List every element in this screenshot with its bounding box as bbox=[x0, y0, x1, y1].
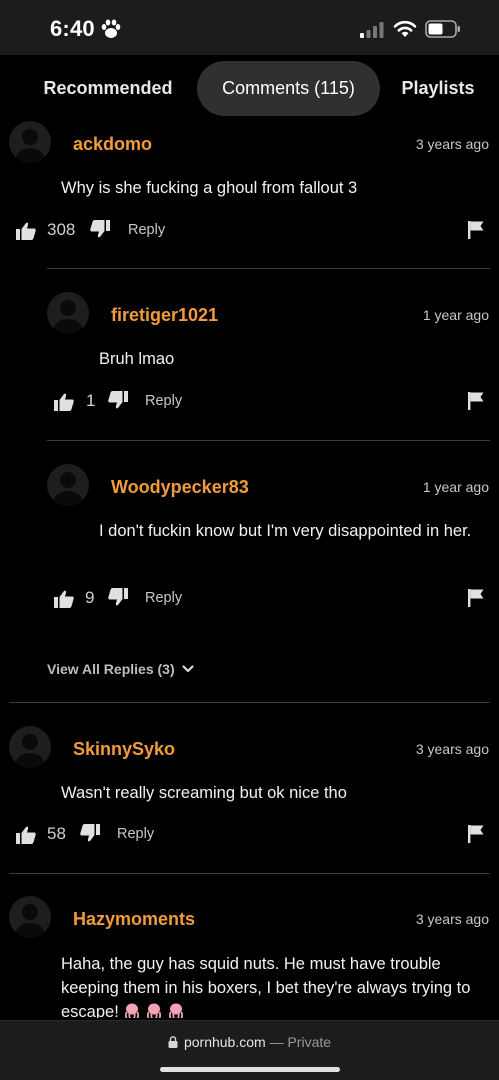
thumbs-down-icon[interactable] bbox=[80, 824, 100, 842]
tab-recommended[interactable]: Recommended bbox=[28, 61, 188, 116]
like-count: 308 bbox=[47, 220, 76, 239]
reply-button[interactable]: Reply bbox=[145, 393, 182, 409]
divider bbox=[47, 268, 490, 269]
signal-icon bbox=[360, 22, 384, 38]
reply-button[interactable]: Reply bbox=[117, 826, 154, 842]
comment-text: Why is she fucking a ghoul from fallout … bbox=[61, 179, 358, 197]
status-bar: 6:40 bbox=[0, 0, 499, 55]
reply-text: Bruh lmao bbox=[99, 350, 175, 368]
flag-icon[interactable] bbox=[468, 825, 484, 843]
browser-address-bar[interactable]: pornhub.com — Private bbox=[0, 1020, 499, 1080]
url-display[interactable]: pornhub.com — Private bbox=[0, 1034, 499, 1050]
reply-username[interactable]: firetiger1021 bbox=[111, 305, 218, 326]
flag-icon[interactable] bbox=[468, 221, 484, 239]
view-all-replies-button[interactable]: View All Replies (3) bbox=[47, 661, 175, 677]
comment-actions: 58 Reply bbox=[16, 824, 490, 848]
status-time: 6:40 bbox=[50, 16, 95, 41]
reply-timestamp: 1 year ago bbox=[422, 307, 489, 323]
thumbs-up-icon[interactable] bbox=[54, 393, 74, 411]
reply-actions: 9 Reply bbox=[54, 588, 490, 612]
comment-username[interactable]: SkinnySyko bbox=[73, 739, 175, 760]
thumbs-up-icon[interactable] bbox=[54, 590, 74, 608]
thumbs-down-icon[interactable] bbox=[108, 391, 128, 409]
octopus-emoji-icon bbox=[146, 1003, 161, 1018]
battery-icon bbox=[425, 20, 460, 38]
reply-text: I don't fuckin know but I'm very disappo… bbox=[99, 522, 472, 540]
divider bbox=[47, 440, 490, 441]
reply-timestamp: 1 year ago bbox=[422, 479, 489, 495]
thumbs-up-icon[interactable] bbox=[16, 826, 36, 844]
chevron-down-icon[interactable] bbox=[182, 664, 194, 674]
home-indicator[interactable] bbox=[160, 1067, 340, 1072]
divider bbox=[9, 873, 490, 874]
private-label: — Private bbox=[269, 1034, 332, 1050]
tab-comments[interactable]: Comments (115) bbox=[197, 61, 380, 116]
tab-bar: Recommended Comments (115) Playlists bbox=[0, 55, 499, 121]
comment-username[interactable]: ackdomo bbox=[73, 134, 152, 155]
tab-playlists[interactable]: Playlists bbox=[388, 61, 488, 116]
wifi-icon bbox=[393, 20, 417, 37]
octopus-emoji-icon bbox=[124, 1003, 139, 1018]
comment-timestamp: 3 years ago bbox=[415, 911, 489, 927]
reply-username[interactable]: Woodypecker83 bbox=[111, 477, 249, 498]
comment-text: Wasn't really screaming but ok nice tho bbox=[61, 784, 347, 802]
avatar[interactable] bbox=[9, 896, 51, 938]
comment-timestamp: 3 years ago bbox=[415, 136, 489, 152]
comment-timestamp: 3 years ago bbox=[415, 741, 489, 757]
lock-icon bbox=[168, 1036, 178, 1048]
avatar[interactable] bbox=[47, 464, 89, 506]
url-text: pornhub.com bbox=[183, 1034, 266, 1050]
reply-button[interactable]: Reply bbox=[128, 222, 165, 238]
reply-button[interactable]: Reply bbox=[145, 590, 182, 606]
avatar[interactable] bbox=[9, 726, 51, 768]
flag-icon[interactable] bbox=[468, 392, 484, 410]
octopus-emoji-icon bbox=[168, 1003, 183, 1018]
like-count: 1 bbox=[86, 391, 96, 410]
paw-icon bbox=[101, 19, 121, 38]
thumbs-down-icon[interactable] bbox=[108, 588, 128, 606]
thumbs-down-icon[interactable] bbox=[90, 220, 110, 238]
comment-text: Haha, the guy has squid nuts. He must ha… bbox=[61, 952, 479, 1018]
avatar[interactable] bbox=[47, 292, 89, 334]
reply-actions: 1 Reply bbox=[54, 391, 490, 415]
divider bbox=[9, 702, 490, 703]
thumbs-up-icon[interactable] bbox=[16, 222, 36, 240]
like-count: 9 bbox=[85, 588, 95, 607]
flag-icon[interactable] bbox=[468, 589, 484, 607]
like-count: 58 bbox=[47, 824, 66, 843]
avatar[interactable] bbox=[9, 121, 51, 163]
comment-actions: 308 Reply bbox=[16, 220, 490, 244]
comment-username[interactable]: Hazymoments bbox=[73, 909, 195, 930]
